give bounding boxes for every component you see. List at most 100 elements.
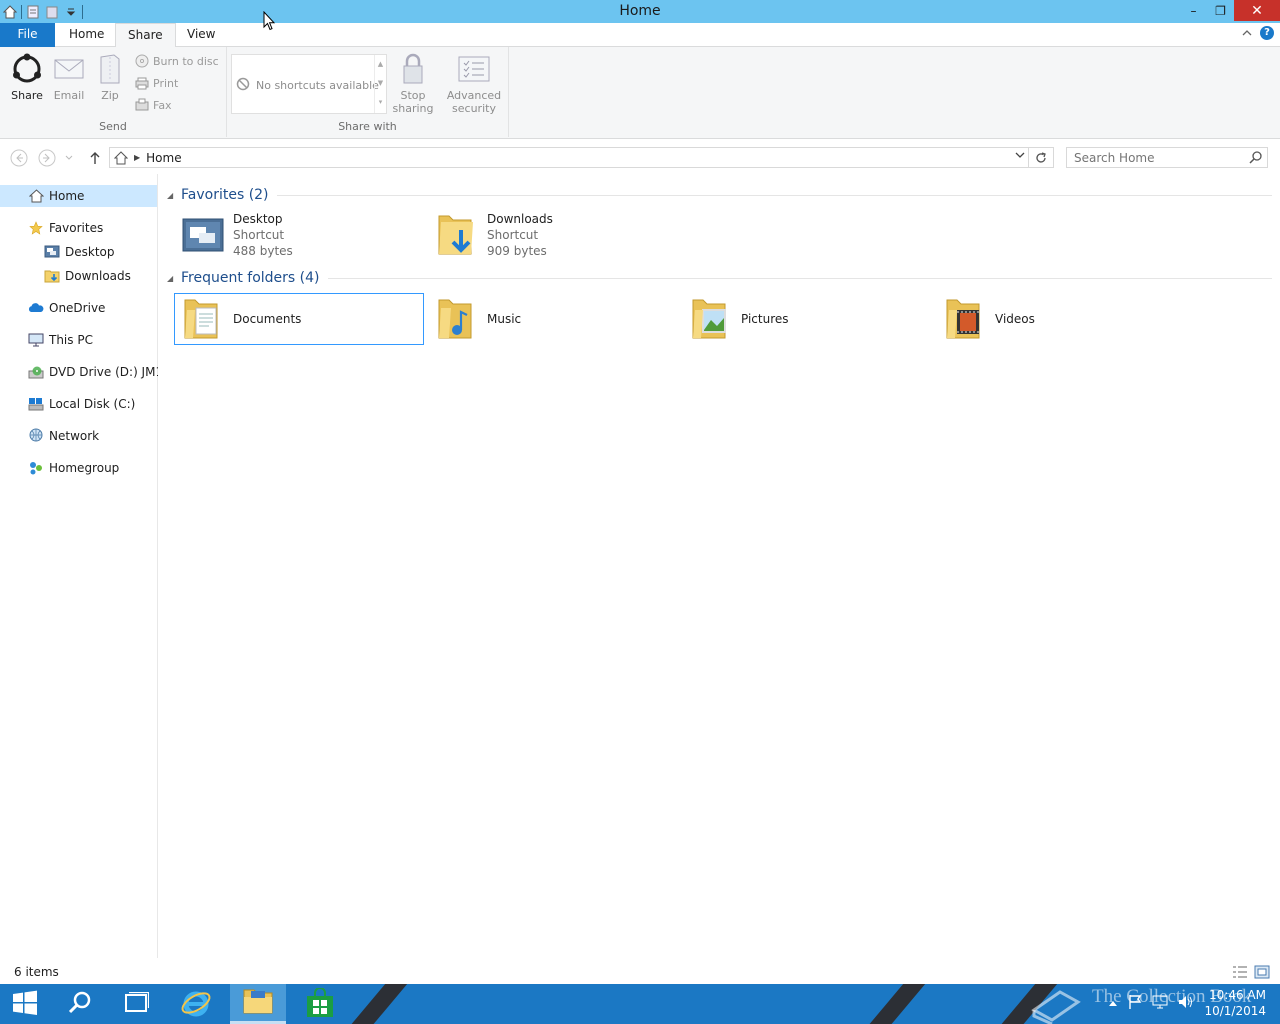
nav-item-onedrive[interactable]: OneDrive (28, 297, 105, 319)
tile-downloads-shortcut[interactable]: Downloads Shortcut 909 bytes (428, 209, 678, 261)
search-taskbar-button[interactable] (52, 984, 108, 1024)
collapse-ribbon-icon[interactable] (1242, 26, 1252, 40)
zip-button[interactable]: Zip (92, 51, 128, 102)
large-icons-view-icon[interactable] (1254, 965, 1270, 982)
burn-to-disc-button[interactable]: Burn to disc (135, 52, 219, 70)
ribbon-tab-bar: File Home Share View ? (0, 23, 1280, 48)
breadcrumb-chevron-icon[interactable]: ▶ (134, 153, 140, 162)
address-bar[interactable]: ▶ Home (109, 147, 1029, 168)
network-tray-icon[interactable] (1152, 995, 1168, 1012)
help-icon[interactable]: ? (1260, 26, 1274, 40)
stop-sharing-button[interactable]: Stop sharing (391, 51, 435, 115)
gallery-scroll-controls[interactable]: ▲ ▼ ▾ (374, 55, 386, 113)
forward-button[interactable] (38, 149, 56, 167)
home-icon (28, 188, 44, 204)
breadcrumb-home[interactable]: Home (146, 151, 181, 165)
desktop-shortcut-icon (179, 211, 227, 259)
nav-item-desktop[interactable]: Desktop (44, 241, 115, 263)
store-button[interactable] (292, 984, 348, 1024)
back-button[interactable] (10, 149, 28, 167)
favorites-group-header[interactable]: ◢ Favorites (2) (167, 184, 1272, 206)
tile-videos-folder[interactable]: Videos (936, 293, 1186, 345)
start-button[interactable] (0, 984, 50, 1024)
email-label: Email (53, 89, 85, 102)
collapse-triangle-icon[interactable]: ◢ (167, 274, 181, 283)
show-hidden-icons-icon[interactable] (1108, 996, 1118, 1010)
pictures-folder-icon (687, 295, 735, 343)
disc-icon (135, 54, 149, 68)
advanced-security-button[interactable]: Advanced security (446, 51, 502, 115)
printer-icon (135, 76, 149, 90)
tab-share[interactable]: Share (115, 23, 176, 48)
frequent-folders-group-title: Frequent folders (4) (181, 270, 320, 286)
minimize-button[interactable]: – (1180, 0, 1207, 21)
email-icon (52, 51, 86, 87)
tab-file[interactable]: File (0, 23, 55, 47)
nav-item-label: Desktop (65, 245, 115, 259)
nav-item-downloads[interactable]: Downloads (44, 265, 131, 287)
tile-documents-folder[interactable]: Documents (174, 293, 424, 345)
advanced-security-label-line1: Advanced (446, 89, 502, 102)
network-icon (28, 428, 44, 444)
task-view-button[interactable] (108, 984, 164, 1024)
nav-item-label: OneDrive (49, 301, 106, 315)
tile-desktop-shortcut[interactable]: Desktop Shortcut 488 bytes (174, 209, 424, 261)
mouse-pointer-icon (263, 10, 276, 34)
nav-item-local-disk[interactable]: Local Disk (C:) (28, 393, 135, 415)
nav-item-favorites[interactable]: Favorites (28, 217, 103, 239)
tile-name: Downloads (487, 212, 553, 226)
fax-label: Fax (153, 98, 172, 112)
file-explorer-button[interactable] (230, 984, 286, 1024)
nav-item-this-pc[interactable]: This PC (28, 329, 93, 351)
view-toggle-buttons (1232, 965, 1270, 982)
share-button[interactable]: Share (8, 51, 46, 102)
zip-label: Zip (101, 89, 119, 102)
nav-item-dvd-drive[interactable]: DVD Drive (D:) JM1_C (28, 361, 158, 383)
tile-type: Shortcut (233, 228, 285, 242)
search-box[interactable] (1066, 147, 1268, 168)
downloads-folder-icon (433, 211, 481, 259)
tab-view[interactable]: View (175, 23, 227, 47)
music-folder-icon (433, 295, 481, 343)
nav-item-label: This PC (49, 333, 93, 347)
nav-item-homegroup[interactable]: Homegroup (28, 457, 119, 479)
tile-name: Videos (995, 312, 1035, 326)
action-center-flag-icon[interactable] (1128, 994, 1142, 1013)
fax-button[interactable]: Fax (135, 96, 172, 114)
send-group-label: Send (99, 120, 127, 133)
stop-sharing-label-line2: sharing (392, 102, 434, 115)
details-view-icon[interactable] (1232, 965, 1248, 982)
address-dropdown-icon[interactable] (1015, 151, 1025, 161)
nav-item-label: Downloads (65, 269, 131, 283)
search-input[interactable] (1067, 150, 1242, 165)
share-with-gallery[interactable]: No shortcuts available ▲ ▼ ▾ (231, 54, 387, 114)
nav-item-label: Homegroup (49, 461, 120, 475)
onedrive-icon (28, 300, 44, 316)
nav-item-home[interactable]: Home (0, 185, 157, 207)
refresh-button[interactable] (1028, 147, 1054, 168)
clock[interactable]: 10:46 AM 10/1/2014 (1204, 987, 1266, 1019)
window-title: Home (619, 3, 661, 19)
tile-name: Desktop (233, 212, 283, 226)
collapse-triangle-icon[interactable]: ◢ (167, 191, 181, 200)
stop-sharing-label-line1: Stop (400, 89, 426, 102)
tile-type: Shortcut (487, 228, 539, 242)
email-button[interactable]: Email (50, 51, 88, 102)
print-button[interactable]: Print (135, 74, 178, 92)
recent-locations-button[interactable] (63, 149, 75, 167)
tile-pictures-folder[interactable]: Pictures (682, 293, 932, 345)
tab-home[interactable]: Home (57, 23, 116, 47)
search-icon[interactable] (1249, 151, 1262, 167)
volume-icon[interactable] (1178, 995, 1194, 1012)
title-bar[interactable]: Home – ❐ ✕ (0, 0, 1280, 23)
frequent-folders-group-header[interactable]: ◢ Frequent folders (4) (167, 267, 1272, 289)
close-button[interactable]: ✕ (1234, 0, 1280, 21)
no-entry-icon (236, 77, 250, 94)
restore-button[interactable]: ❐ (1207, 0, 1234, 21)
up-button[interactable] (86, 149, 104, 167)
group-divider (327, 277, 1272, 279)
nav-item-network[interactable]: Network (28, 425, 99, 447)
star-icon (28, 220, 44, 236)
internet-explorer-button[interactable] (168, 984, 224, 1024)
tile-music-folder[interactable]: Music (428, 293, 678, 345)
